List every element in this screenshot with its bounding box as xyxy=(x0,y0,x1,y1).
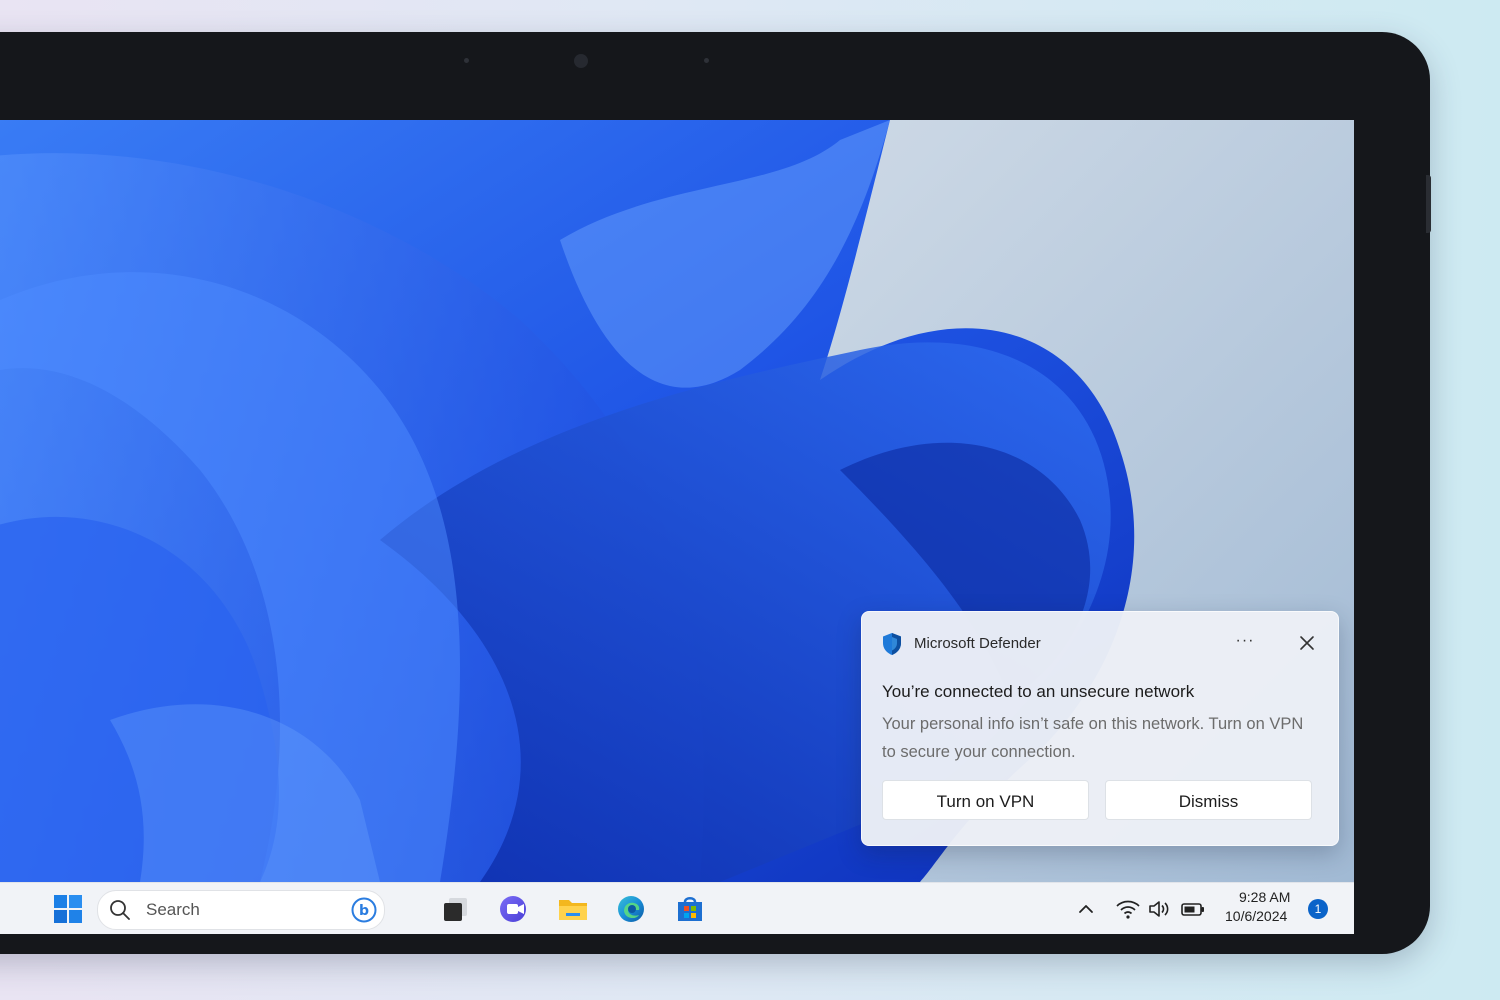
desktop-screen: Microsoft Defender ··· You’re connected … xyxy=(0,120,1354,934)
clipchamp-icon[interactable] xyxy=(498,893,530,925)
notification-count-badge[interactable]: 1 xyxy=(1308,899,1328,919)
tablet-device: Microsoft Defender ··· You’re connected … xyxy=(0,32,1430,954)
defender-notification: Microsoft Defender ··· You’re connected … xyxy=(861,611,1339,846)
sensor-dot-left xyxy=(464,58,469,63)
camera-icon xyxy=(574,54,588,68)
file-explorer-icon[interactable] xyxy=(557,893,589,925)
task-view-icon[interactable] xyxy=(440,893,472,925)
search-placeholder: Search xyxy=(146,900,200,919)
volume-icon[interactable] xyxy=(1147,896,1173,922)
notification-title: You’re connected to an unsecure network xyxy=(882,682,1195,701)
bing-chat-icon[interactable]: b xyxy=(350,896,378,924)
notification-app-name: Microsoft Defender xyxy=(914,635,1041,652)
taskbar: Search b 9:28 AM 10/6/2024 1 xyxy=(0,882,1354,934)
start-icon[interactable] xyxy=(52,893,84,925)
dismiss-button[interactable]: Dismiss xyxy=(1105,780,1312,820)
search-icon xyxy=(110,900,130,920)
svg-text:b: b xyxy=(359,903,369,919)
chevron-up-icon[interactable] xyxy=(1074,896,1098,922)
battery-icon[interactable] xyxy=(1179,896,1207,922)
more-options-button[interactable]: ··· xyxy=(1228,626,1262,660)
defender-shield-icon xyxy=(883,633,901,655)
edge-icon[interactable] xyxy=(615,893,647,925)
close-icon xyxy=(1300,636,1314,650)
clock-date[interactable]: 10/6/2024 xyxy=(1225,908,1287,924)
store-icon[interactable] xyxy=(674,893,706,925)
clock-time[interactable]: 9:28 AM xyxy=(1239,889,1290,905)
notification-body: Your personal info isn’t safe on this ne… xyxy=(882,715,1304,761)
wifi-icon[interactable] xyxy=(1115,896,1141,922)
device-side-button xyxy=(1426,175,1431,233)
sensor-dot-right xyxy=(704,58,709,63)
search-box[interactable]: Search b xyxy=(97,890,385,930)
close-button[interactable] xyxy=(1290,626,1324,660)
turn-on-vpn-button[interactable]: Turn on VPN xyxy=(882,780,1089,820)
